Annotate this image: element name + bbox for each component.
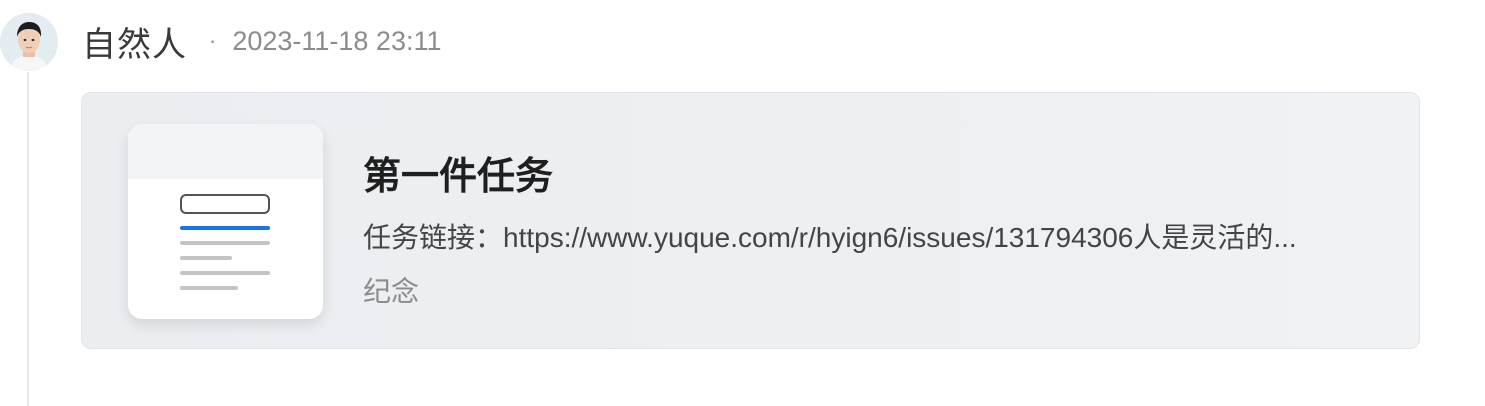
avatar[interactable] (0, 13, 58, 71)
card-description: 任务链接：https://www.yuque.com/r/hyign6/issu… (363, 222, 1297, 253)
document-icon (180, 194, 270, 290)
post-header: 自然人 · 2023-11-18 23:11 (82, 18, 442, 64)
post-timestamp: 2023-11-18 23:11 (232, 25, 442, 56)
avatar-image (0, 13, 58, 71)
timeline-line (27, 72, 29, 406)
separator-dot: · (209, 28, 217, 53)
card-title[interactable]: 第一件任务 (363, 145, 553, 200)
card-tag: 纪念 (363, 276, 420, 307)
activity-feed: 自然人 · 2023-11-18 23:11 第一件任务 任务链接：https:… (0, 0, 1485, 406)
author-name[interactable]: 自然人 (82, 17, 187, 66)
doc-thumbnail (128, 124, 323, 319)
doc-card[interactable]: 第一件任务 任务链接：https://www.yuque.com/r/hyign… (81, 92, 1420, 349)
